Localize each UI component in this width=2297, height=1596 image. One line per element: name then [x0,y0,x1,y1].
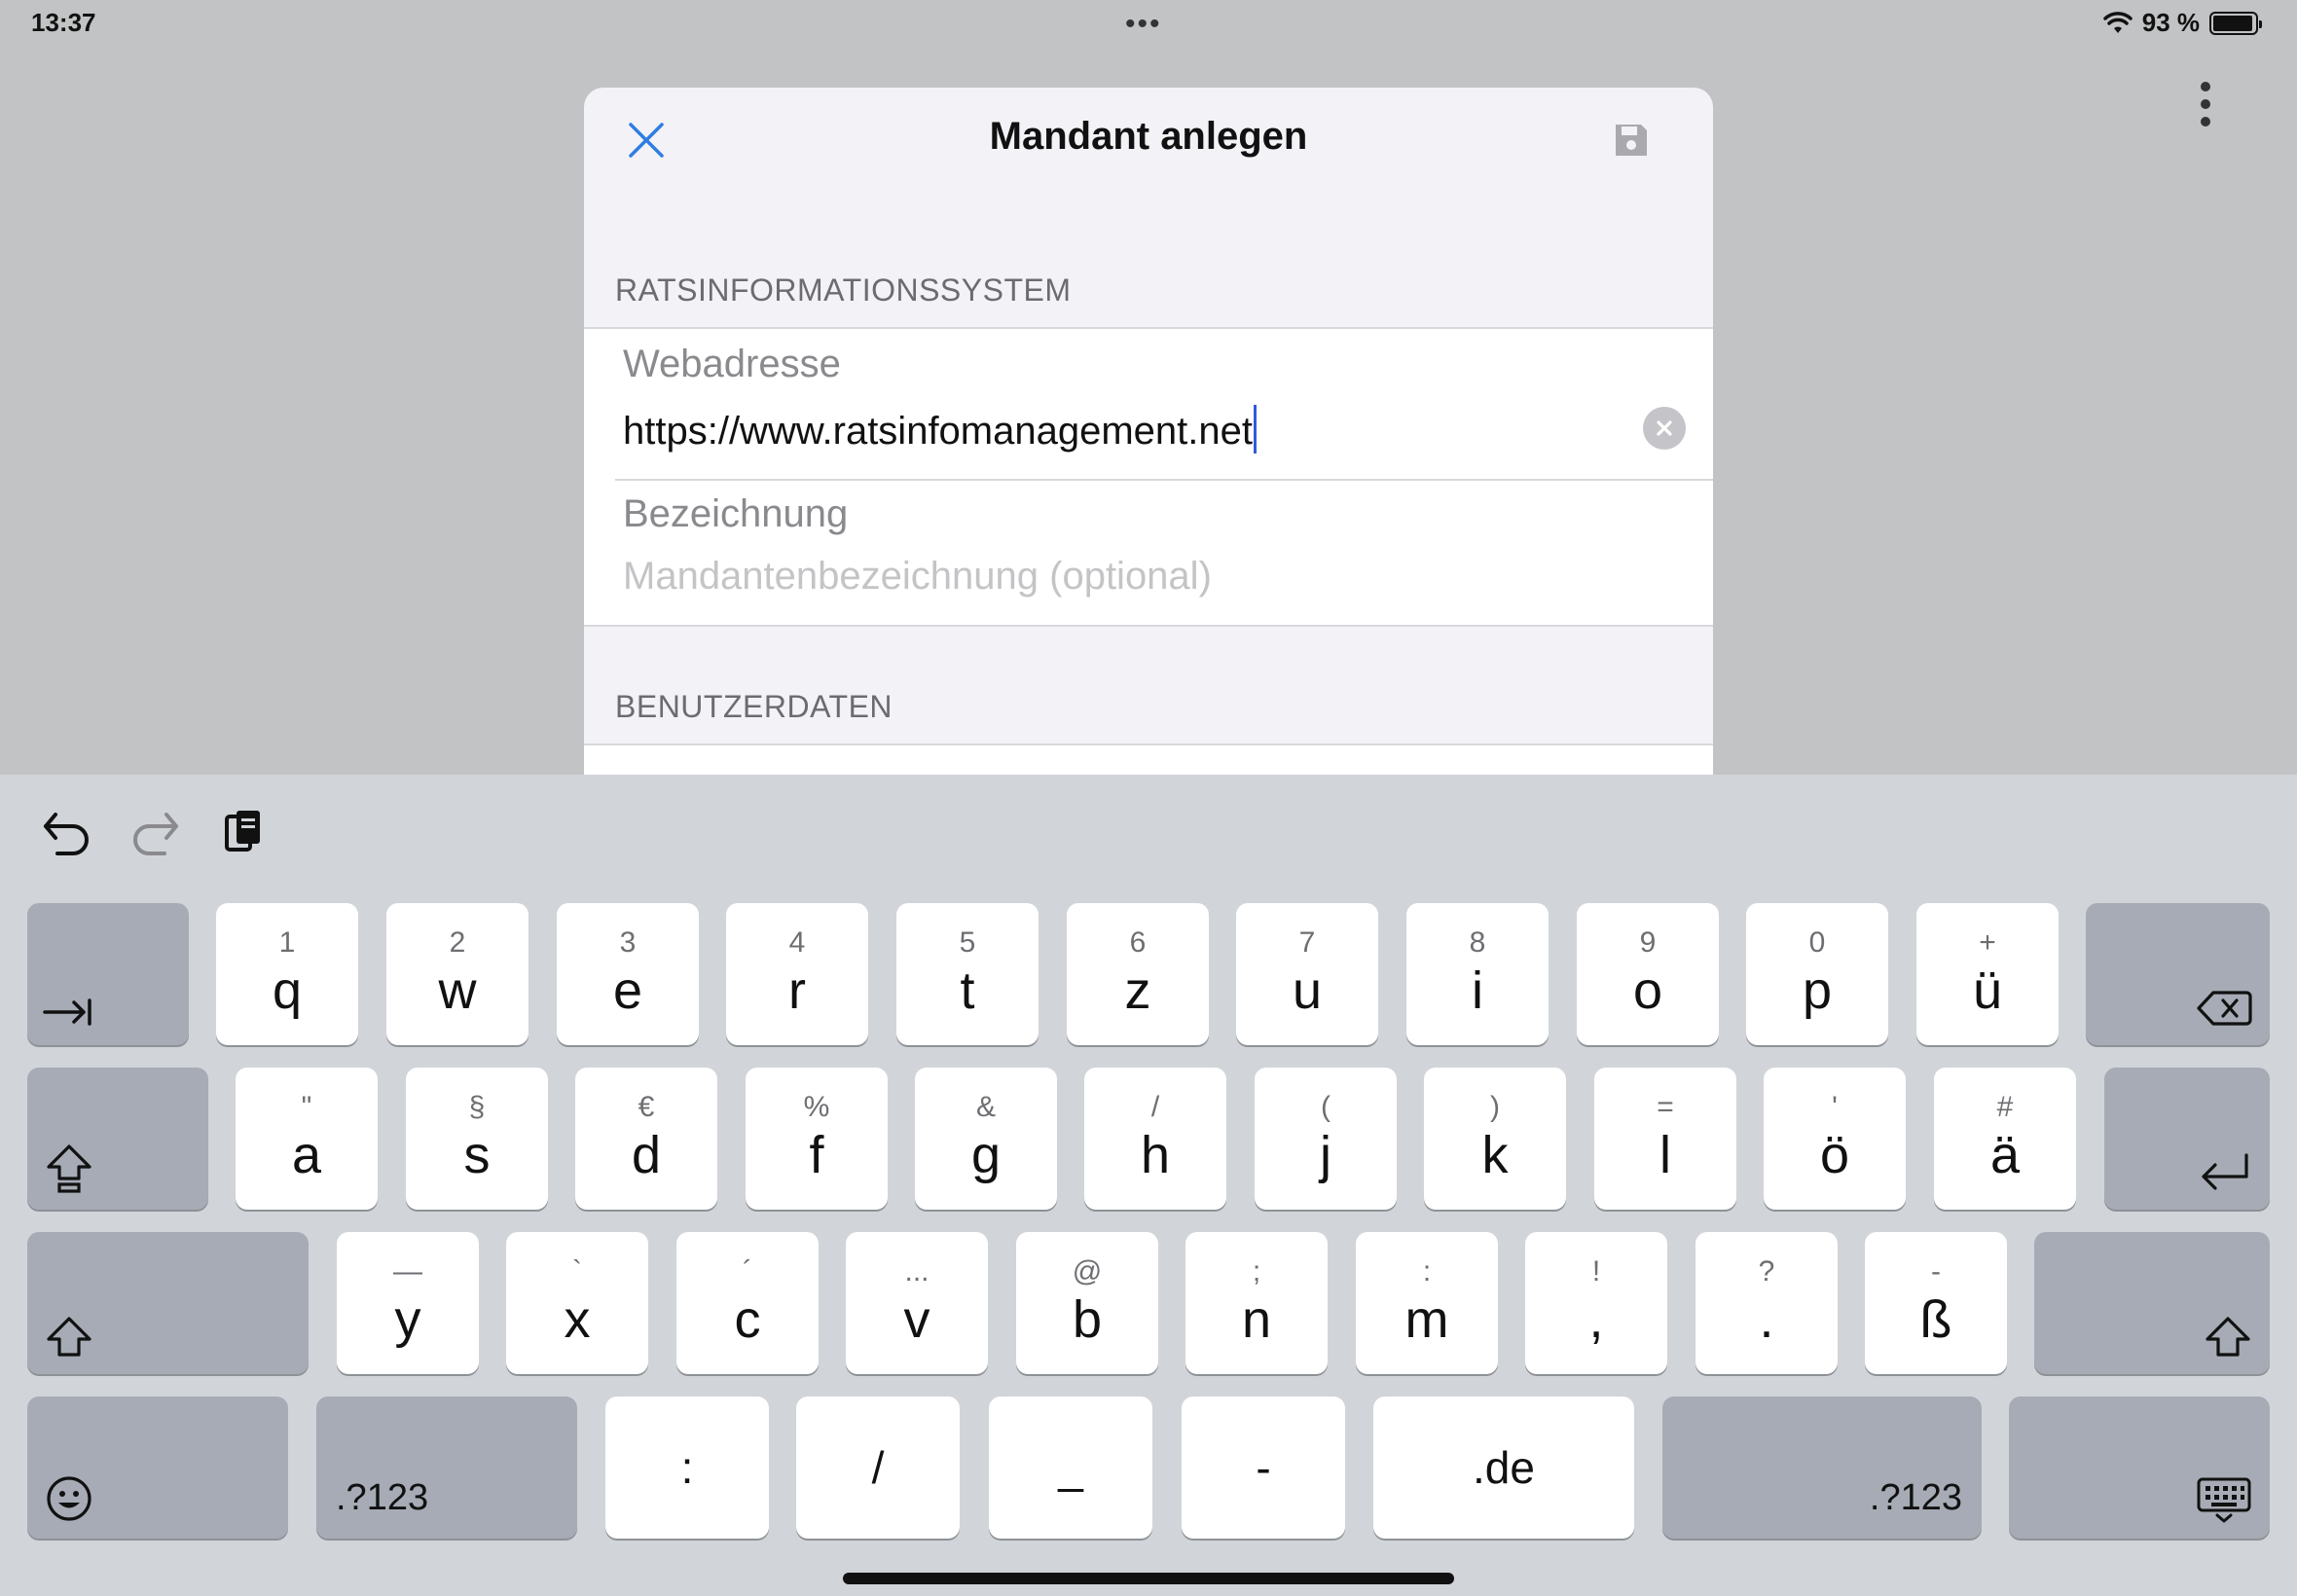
numbers-right-key[interactable]: .?123 [1662,1396,1982,1539]
key-w[interactable]: 2w [386,903,529,1045]
key-d[interactable]: € d [575,1068,717,1210]
backspace-icon [2197,991,2252,1026]
key-n[interactable]: ; n [1185,1232,1328,1374]
keyboard-dismiss-icon [2197,1477,2251,1523]
webadresse-input[interactable]: https://www.ratsinfomanagement.net [623,405,1257,453]
clear-icon [1657,420,1672,436]
tab-key[interactable] [27,903,189,1045]
key-comma[interactable]: !, [1525,1232,1667,1374]
key-ue[interactable]: + ü [1916,903,2059,1045]
key-g[interactable]: & g [915,1068,1057,1210]
text-caret [1254,405,1257,453]
return-key[interactable] [2104,1068,2270,1210]
key-m[interactable]: :m [1356,1232,1498,1374]
key-y[interactable]: — y [337,1232,479,1374]
key-ae[interactable]: # ä [1934,1068,2076,1210]
key-i[interactable]: 8i [1406,903,1549,1045]
wifi-icon [2102,11,2133,33]
redo-button[interactable] [121,800,189,868]
key-s[interactable]: § s [406,1068,548,1210]
shift-icon [47,1317,91,1357]
return-icon [2202,1153,2248,1190]
key-q[interactable]: 1q [216,903,358,1045]
save-button[interactable] [1612,121,1651,160]
section-header-system: RATSINFORMATIONSSYSTEM [615,272,1072,308]
clear-text-button[interactable] [1643,407,1686,450]
key-z[interactable]: 6z [1067,903,1209,1045]
key-c[interactable]: ´ c [676,1232,819,1374]
redo-icon [133,813,178,855]
numbers-left-key[interactable]: .?123 [316,1396,577,1539]
sheet-title: Mandant anlegen [989,115,1308,158]
key-l[interactable]: = l [1594,1068,1736,1210]
key-underscore[interactable]: _ [989,1396,1152,1539]
multitasking-dots[interactable]: ••• [1125,8,1162,41]
create-client-sheet: Mandant anlegen RATSINFORMATIONSSYSTEM W… [584,88,1713,775]
key-oe[interactable]: ' ö [1764,1068,1906,1210]
undo-button[interactable] [33,800,101,868]
caps-lock-key[interactable] [27,1068,208,1210]
key-period[interactable]: ?. [1695,1232,1838,1374]
shift-icon [2206,1317,2250,1357]
key-a[interactable]: " a [236,1068,378,1210]
key-e[interactable]: 3e [557,903,699,1045]
on-screen-keyboard: 1q 2w 3e 4r 5t 6z 7u 8i 9o 0p + ü " a § s €… [0,775,2297,1596]
battery-icon [2209,11,2262,35]
key-x[interactable]: ` x [506,1232,648,1374]
key-r[interactable]: 4r [726,903,868,1045]
user-group [584,744,1713,775]
tab-icon [43,998,91,1026]
key-o[interactable]: 9o [1577,903,1719,1045]
shift-left-key[interactable] [27,1232,309,1374]
key-dash[interactable]: - [1182,1396,1345,1539]
caps-lock-icon [47,1144,91,1193]
more-options-icon[interactable] [2196,82,2215,127]
key-eszett[interactable]: -ß [1865,1232,2007,1374]
paste-icon [225,811,260,852]
sheet-header: Mandant anlegen [584,88,1713,195]
key-j[interactable]: (j [1255,1068,1397,1210]
bezeichnung-input[interactable]: Mandantenbezeichnung (optional) [623,555,1212,598]
key-p[interactable]: 0p [1746,903,1888,1045]
status-indicators: 93 % [2102,8,2262,38]
backspace-key[interactable] [2086,903,2270,1045]
webadresse-value: https://www.ratsinfomanagement.net [623,410,1253,453]
row-separator [615,479,1713,481]
emoji-key[interactable] [27,1396,288,1539]
webadresse-label: Webadresse [623,343,841,385]
key-b[interactable]: @ b [1016,1232,1158,1374]
emoji-icon [47,1476,91,1521]
system-group: Webadresse https://www.ratsinfomanagemen… [584,327,1713,627]
section-header-user: BENUTZERDATEN [615,689,893,724]
shift-right-key[interactable] [2034,1232,2270,1374]
key-tld-de[interactable]: .de [1373,1396,1634,1539]
dismiss-keyboard-key[interactable] [2009,1396,2270,1539]
home-indicator[interactable] [843,1573,1454,1584]
status-bar: 13:37 ••• 93 % [0,0,2297,47]
key-slash[interactable]: / [796,1396,960,1539]
key-colon[interactable]: : [605,1396,769,1539]
battery-percentage: 93 % [2141,8,2200,37]
key-v[interactable]: ... v [846,1232,988,1374]
status-time: 13:37 [31,8,96,37]
paste-button[interactable] [208,800,276,868]
key-t[interactable]: 5t [896,903,1039,1045]
key-k[interactable]: ) k [1424,1068,1566,1210]
key-h[interactable]: / h [1084,1068,1226,1210]
key-u[interactable]: 7u [1236,903,1378,1045]
undo-icon [44,813,89,855]
save-icon [1616,125,1647,156]
bezeichnung-label: Bezeichnung [623,492,849,535]
key-f[interactable]: % f [746,1068,888,1210]
